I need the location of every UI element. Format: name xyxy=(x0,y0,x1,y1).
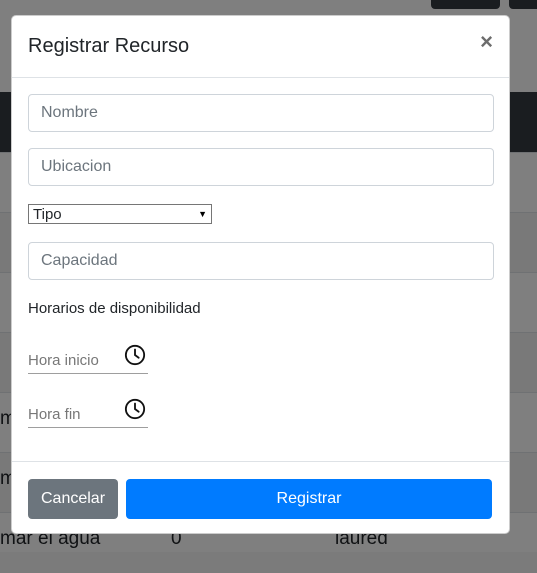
modal-title: Registrar Recurso xyxy=(28,35,190,57)
hora-inicio-field[interactable]: Hora inicio xyxy=(28,338,148,374)
modal-header: Registrar Recurso × xyxy=(12,16,509,78)
capacidad-input[interactable] xyxy=(28,242,494,280)
hora-fin-field[interactable]: Hora fin xyxy=(28,392,148,428)
close-button[interactable]: × xyxy=(480,29,493,54)
hora-fin-placeholder: Hora fin xyxy=(28,406,81,423)
clock-icon[interactable] xyxy=(124,344,146,366)
hora-inicio-placeholder: Hora inicio xyxy=(28,352,99,369)
clock-icon[interactable] xyxy=(124,398,146,420)
ubicacion-input[interactable] xyxy=(28,148,494,186)
tipo-select[interactable]: Tipo ▼ xyxy=(28,204,212,224)
cancel-button[interactable]: Cancelar xyxy=(28,479,118,519)
register-resource-modal: Registrar Recurso × Tipo ▼ Horarios de d… xyxy=(11,15,510,534)
horarios-label: Horarios de disponibilidad xyxy=(28,300,201,317)
close-icon: × xyxy=(480,29,493,54)
modal-footer: Cancelar Registrar xyxy=(12,461,509,535)
register-button[interactable]: Registrar xyxy=(126,479,492,519)
chevron-down-icon: ▼ xyxy=(198,209,207,219)
tipo-selected-value: Tipo xyxy=(33,205,62,223)
nombre-input[interactable] xyxy=(28,94,494,132)
